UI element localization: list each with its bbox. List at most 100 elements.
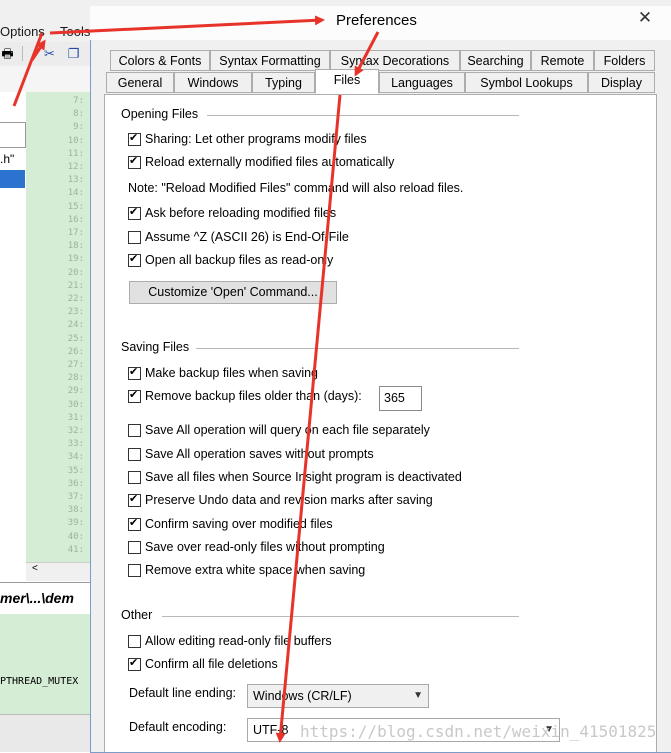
tab-files[interactable]: Files	[315, 69, 379, 94]
tab-colors-fonts[interactable]: Colors & Fonts	[110, 50, 210, 71]
line-number: 35:	[67, 465, 84, 476]
tab-syntax-formatting[interactable]: Syntax Formatting	[210, 50, 330, 71]
checkbox-label: Open all backup files as read-only	[145, 253, 334, 267]
line-ending-select[interactable]: Windows (CR/LF) ▼	[247, 684, 429, 708]
copy-icon[interactable]: ❐	[66, 46, 81, 61]
file-list-item[interactable]: .h"	[0, 152, 25, 170]
checkbox-box[interactable]	[128, 656, 141, 671]
line-number: 27:	[67, 360, 84, 370]
line-number: 24:	[67, 320, 84, 331]
close-icon[interactable]: ✕	[632, 7, 658, 29]
checkbox-box[interactable]	[128, 448, 141, 461]
line-number: 34:	[67, 452, 84, 463]
line-number: 32:	[67, 426, 84, 436]
checkbox-box[interactable]	[128, 231, 141, 244]
status-bar	[0, 714, 90, 752]
context-text: PTHREAD_MUTEX	[0, 676, 79, 687]
checkbox-label: Save over read-only files without prompt…	[145, 540, 385, 554]
tab-folders[interactable]: Folders	[594, 50, 655, 71]
file-list-item-selected[interactable]	[0, 170, 25, 188]
checkbox-box[interactable]	[128, 131, 141, 146]
line-number: 14:	[67, 188, 84, 199]
menu-options[interactable]: Options	[0, 24, 45, 39]
line-number: 33:	[67, 439, 84, 450]
backup-days-input[interactable]: 365	[379, 386, 422, 411]
symbol-search-input[interactable]	[0, 122, 26, 148]
chevron-down-icon: ▼	[413, 690, 423, 701]
checkbox-box[interactable]	[128, 564, 141, 577]
checkbox-label: Remove backup files older than (days):	[145, 389, 362, 403]
checkbox-label: Reload externally modified files automat…	[145, 155, 395, 169]
line-number: 8:	[73, 109, 84, 120]
line-number: 16:	[67, 214, 84, 225]
checkbox-box[interactable]	[128, 252, 141, 267]
tab-remote[interactable]: Remote	[531, 50, 594, 71]
line-ending-label: Default line ending:	[129, 686, 237, 700]
checkbox-box[interactable]	[128, 365, 141, 380]
line-number: 39:	[67, 518, 84, 529]
context-pane	[0, 614, 90, 714]
checkbox-box[interactable]	[128, 388, 141, 403]
checkbox-box[interactable]	[128, 635, 141, 648]
line-number: 41:	[67, 544, 84, 555]
line-number: 25:	[67, 333, 84, 344]
line-number: 30:	[67, 399, 84, 410]
line-number: 28:	[67, 373, 84, 384]
panel-header	[0, 66, 90, 92]
checkbox-label: Save All operation will query on each fi…	[145, 423, 430, 437]
line-number: 29:	[67, 386, 84, 397]
checkbox-label: Confirm all file deletions	[145, 657, 278, 671]
line-number: 31:	[67, 412, 84, 423]
line-number: 36:	[67, 478, 84, 489]
checkbox-label: Sharing: Let other programs modify files	[145, 132, 367, 146]
saving-files-heading: Saving Files	[121, 340, 190, 354]
checkbox-label: Ask before reloading modified files	[145, 206, 337, 220]
line-number: 17:	[67, 228, 84, 238]
menu-tools[interactable]: Tools	[60, 24, 90, 39]
toolbar-separator	[22, 46, 38, 61]
checkbox-label: Remove extra white space when saving	[145, 563, 366, 577]
line-number: 38:	[67, 505, 84, 516]
line-number: 11:	[67, 148, 84, 159]
group-divider	[207, 115, 519, 116]
tab-searching[interactable]: Searching	[460, 50, 531, 71]
tab-windows[interactable]: Windows	[174, 72, 252, 93]
tab-symbol-lookups[interactable]: Symbol Lookups	[465, 72, 588, 93]
tab-general[interactable]: General	[106, 72, 174, 93]
line-number: 26:	[67, 346, 84, 357]
checkbox-box[interactable]	[128, 205, 141, 220]
checkbox-box[interactable]	[128, 492, 141, 507]
encoding-value: UTF-8	[253, 723, 289, 737]
checkbox-label: Confirm saving over modified files	[145, 517, 333, 531]
tab-display[interactable]: Display	[588, 72, 655, 93]
tab-syntax-decorations[interactable]: Syntax Decorations	[330, 50, 460, 71]
opening-files-heading: Opening Files	[121, 107, 199, 121]
checkbox-box[interactable]	[128, 471, 141, 484]
scroll-left-icon[interactable]: <	[32, 563, 38, 574]
file-name: .h"	[0, 152, 15, 166]
line-number: 37:	[67, 492, 84, 502]
dialog-title: Preferences	[336, 12, 417, 29]
checkbox-box[interactable]	[128, 424, 141, 437]
other-heading: Other	[121, 608, 153, 622]
customize-open-command-button[interactable]: Customize 'Open' Command...	[129, 281, 337, 304]
line-number: 7:	[73, 96, 84, 106]
checkbox-box[interactable]	[128, 541, 141, 554]
group-divider	[162, 616, 519, 617]
encoding-label: Default encoding:	[129, 720, 227, 734]
checkbox-label: Assume ^Z (ASCII 26) is End-Of-File	[145, 230, 349, 244]
tab-typing[interactable]: Typing	[252, 72, 315, 93]
line-number: 13:	[67, 175, 84, 186]
print-icon[interactable]: 🖶	[0, 46, 15, 61]
line-ending-value: Windows (CR/LF)	[253, 689, 352, 703]
horizontal-scrollbar[interactable]: <	[26, 562, 90, 581]
checkbox-label: Save All operation saves without prompts	[145, 447, 374, 461]
line-number: 22:	[67, 294, 84, 304]
line-number: 19:	[67, 254, 84, 265]
checkbox-label: Save all files when Source Insight progr…	[145, 470, 462, 484]
cut-icon[interactable]: ✂	[42, 46, 57, 61]
line-number: 12:	[67, 162, 84, 172]
checkbox-box[interactable]	[128, 516, 141, 531]
checkbox-box[interactable]	[128, 154, 141, 169]
tab-languages[interactable]: Languages	[379, 72, 465, 93]
